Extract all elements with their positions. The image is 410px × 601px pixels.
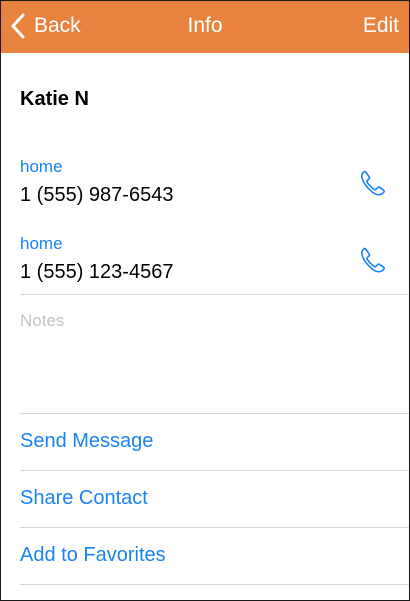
phone-row[interactable]: home 1 (555) 987-6543	[1, 157, 409, 221]
contact-info-screen: Back Info Edit Katie N home 1 (555) 987-…	[0, 0, 410, 601]
send-message-label: Send Message	[20, 430, 154, 452]
phone-number: 1 (555) 987-6543	[20, 184, 174, 206]
phone-number: 1 (555) 123-4567	[20, 261, 174, 283]
notes-field[interactable]: Notes	[20, 311, 64, 331]
navigation-bar: Back Info Edit	[1, 1, 409, 53]
send-message-button[interactable]: Send Message	[1, 414, 409, 470]
phone-icon[interactable]	[357, 167, 389, 199]
page-title: Info	[187, 14, 223, 37]
divider	[20, 584, 409, 585]
phone-label: home	[20, 234, 63, 253]
share-contact-button[interactable]: Share Contact	[1, 471, 409, 527]
divider	[20, 294, 409, 295]
add-to-favorites-label: Add to Favorites	[20, 544, 166, 566]
add-to-favorites-button[interactable]: Add to Favorites	[1, 528, 409, 584]
edit-button[interactable]: Edit	[363, 14, 399, 38]
phone-row[interactable]: home 1 (555) 123-4567	[1, 234, 409, 298]
phone-icon[interactable]	[357, 244, 389, 276]
phone-label: home	[20, 157, 63, 176]
contact-name: Katie N	[20, 88, 89, 110]
share-contact-label: Share Contact	[20, 487, 148, 509]
